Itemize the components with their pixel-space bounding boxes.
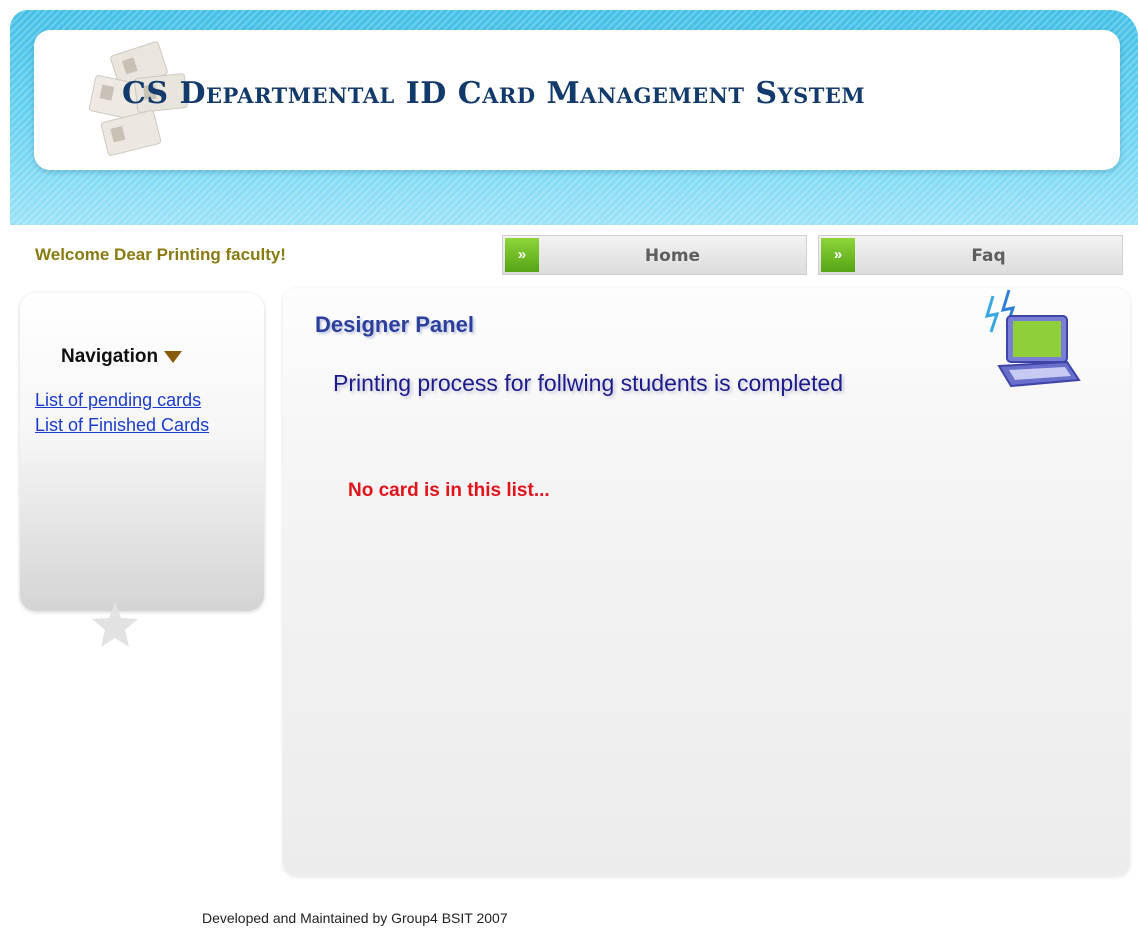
footer-credit: Developed and Maintained by Group4 BSIT … [202, 910, 508, 926]
sidebar: Navigation List of pending cards List of… [20, 293, 264, 611]
star-decoration-icon [92, 602, 138, 647]
site-header: CS Departmental ID Card Management Syste… [10, 10, 1138, 225]
laptop-icon [984, 289, 1081, 388]
empty-list-message: No card is in this list... [348, 480, 550, 501]
faq-button[interactable]: » Faq [818, 235, 1123, 275]
double-chevron-right-icon: » [505, 238, 539, 272]
sidebar-link-finished-cards[interactable]: List of Finished Cards [35, 415, 209, 436]
caret-down-icon [164, 350, 183, 363]
navigation-heading: Navigation [61, 346, 183, 368]
home-button-label: Home [644, 246, 701, 266]
welcome-message: Welcome Dear Printing faculty! [35, 245, 286, 264]
home-button[interactable]: » Home [502, 235, 807, 275]
panel-title: Designer Panel [315, 312, 474, 337]
navigation-heading-label: Navigation [61, 346, 159, 367]
site-title: CS Departmental ID Card Management Syste… [122, 76, 866, 111]
status-message: Printing process for follwing students i… [333, 370, 844, 396]
double-chevron-right-icon: » [821, 238, 855, 272]
header-banner: CS Departmental ID Card Management Syste… [34, 30, 1120, 170]
faq-button-label: Faq [971, 246, 1006, 266]
sidebar-link-pending-cards[interactable]: List of pending cards [35, 390, 201, 411]
designer-panel: Designer Panel Printing process for foll… [283, 288, 1130, 876]
